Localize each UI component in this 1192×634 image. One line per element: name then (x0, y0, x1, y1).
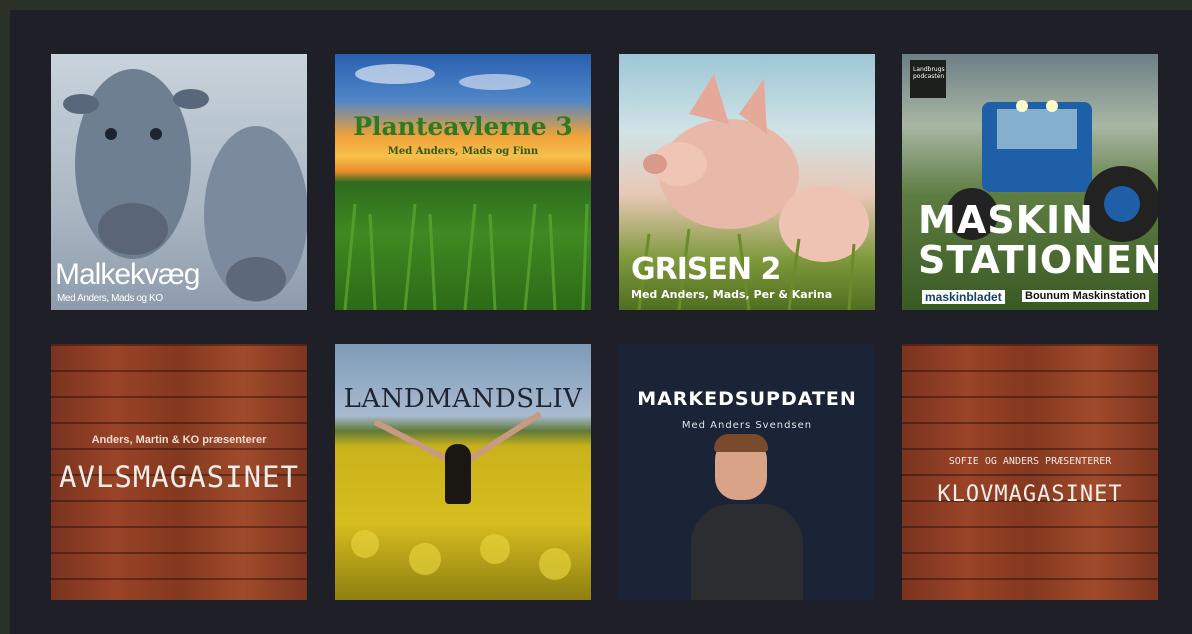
podcast-title: Malkekvæg (55, 258, 200, 291)
podcast-title: KLOVMAGASINET (937, 482, 1123, 507)
podcast-grid: Malkekvæg Med Anders, Mads og KO Plantea… (10, 10, 1192, 634)
host-portrait-shirt (691, 504, 803, 600)
person-silhouette (445, 444, 471, 504)
podcast-title: MARKEDSUPDATEN (637, 388, 857, 410)
navy-background (619, 344, 875, 600)
podcast-cover-malkekvaeg[interactable]: Malkekvæg Med Anders, Mads og KO (51, 54, 307, 310)
field-image (335, 54, 591, 310)
podcast-subtitle: Anders, Martin & KO præsenterer (91, 434, 267, 446)
podcast-subtitle: Med Anders Svendsen (681, 420, 813, 431)
podcast-cover-markedsupdaten[interactable]: MARKEDSUPDATEN Med Anders Svendsen (619, 344, 875, 600)
host-portrait-hair (714, 434, 768, 452)
podcast-cover-grisen[interactable]: GRISEN 2 Med Anders, Mads, Per & Karina (619, 54, 875, 310)
podcast-title-line1: MASKIN (918, 198, 1094, 242)
maskinbladet-logo: maskinbladet (922, 290, 1005, 304)
podcast-subtitle: Med Anders, Mads og Finn (387, 146, 539, 157)
podcast-title: MASKIN STATIONEN (918, 200, 1158, 280)
podcast-title: AVLSMAGASINET (59, 460, 299, 494)
landbrugs-podcasten-logo: Landbrugs podcasten (910, 60, 946, 98)
podcast-subtitle: Med Anders, Mads, Per & Karina (631, 288, 833, 301)
rapeseed-field-image (335, 344, 591, 600)
podcast-cover-planteavlerne[interactable]: Planteavlerne 3 Med Anders, Mads og Finn (335, 54, 591, 310)
podcast-title: Planteavlerne 3 (353, 112, 573, 141)
podcast-subtitle: Med Anders, Mads og KO (57, 293, 163, 304)
wood-background (902, 344, 1158, 600)
bounum-maskinstation-logo: Bounum Maskinstation (1022, 290, 1150, 302)
podcast-subtitle: SOFIE OG ANDERS PRÆSENTERER (948, 456, 1112, 467)
podcast-cover-maskinstationen[interactable]: Landbrugs podcasten MASKIN STATIONEN mas… (902, 54, 1158, 310)
podcast-cover-avlsmagasinet[interactable]: Anders, Martin & KO præsenterer AVLSMAGA… (51, 344, 307, 600)
podcast-title: LANDMANDSLIV (343, 384, 583, 414)
podcast-cover-klovmagasinet[interactable]: SOFIE OG ANDERS PRÆSENTERER KLOVMAGASINE… (902, 344, 1158, 600)
podcast-title-line2: STATIONEN (918, 238, 1158, 282)
podcast-title: GRISEN 2 (631, 252, 781, 287)
podcast-cover-landmandsliv[interactable]: LANDMANDSLIV (335, 344, 591, 600)
